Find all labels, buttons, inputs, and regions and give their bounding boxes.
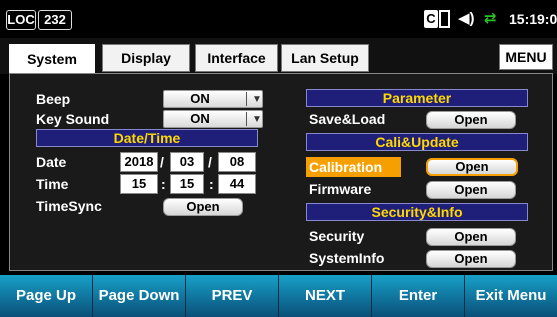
time-minute-field[interactable]: 15: [170, 174, 204, 194]
next-softkey[interactable]: NEXT: [279, 275, 372, 317]
time-separator: :: [161, 176, 166, 192]
date-separator: /: [160, 154, 164, 170]
calibration-label: Calibration: [309, 159, 383, 175]
systeminfo-open-button[interactable]: Open: [426, 250, 516, 268]
timesync-open-button[interactable]: Open: [163, 198, 243, 216]
cali-update-header: Cali&Update: [306, 133, 528, 151]
tab-interface[interactable]: Interface: [195, 44, 278, 72]
exit-menu-softkey[interactable]: Exit Menu: [465, 275, 557, 317]
firmware-label: Firmware: [309, 181, 372, 197]
tab-bar: System Display Interface Lan Setup MENU: [0, 38, 557, 74]
beep-select[interactable]: ON ▼: [163, 90, 263, 108]
firmware-open-button[interactable]: Open: [426, 181, 516, 199]
save-load-label: Save&Load: [309, 111, 386, 127]
menu-button[interactable]: MENU: [499, 44, 553, 70]
systeminfo-label: SystemInfo: [309, 250, 385, 266]
security-label: Security: [309, 228, 365, 244]
clock: 15:19:04: [509, 11, 557, 27]
key-sound-label: Key Sound: [36, 111, 110, 127]
datetime-header: Date/Time: [36, 129, 258, 147]
page-down-softkey[interactable]: Page Down: [93, 275, 186, 317]
date-month-field[interactable]: 03: [170, 152, 204, 172]
chevron-down-icon: ▼: [252, 114, 262, 125]
date-day-field[interactable]: 08: [218, 152, 256, 172]
security-open-button[interactable]: Open: [426, 228, 516, 246]
beep-value: ON: [190, 91, 210, 106]
loc-number-badge: 232: [38, 10, 72, 30]
time-separator: :: [209, 176, 214, 192]
chevron-down-icon: ▼: [252, 94, 262, 105]
key-sound-select[interactable]: ON ▼: [163, 110, 263, 128]
enter-softkey[interactable]: Enter: [372, 275, 465, 317]
date-year-field[interactable]: 2018: [120, 152, 158, 172]
page-up-softkey[interactable]: Page Up: [0, 275, 93, 317]
softkey-bar: Page Up Page Down PREV NEXT Enter Exit M…: [0, 275, 557, 317]
time-hour-field[interactable]: 15: [120, 174, 158, 194]
date-separator: /: [208, 154, 212, 170]
beep-label: Beep: [36, 91, 71, 107]
calibration-open-button[interactable]: Open: [426, 158, 518, 176]
time-label: Time: [36, 176, 69, 192]
time-second-field[interactable]: 44: [218, 174, 256, 194]
tab-system[interactable]: System: [9, 44, 95, 74]
parameter-header: Parameter: [306, 89, 528, 107]
lan-connection-icon: ⇄: [484, 10, 497, 27]
tab-display[interactable]: Display: [102, 44, 190, 72]
date-label: Date: [36, 154, 67, 170]
timesync-label: TimeSync: [36, 198, 102, 214]
speaker-icon: ◀): [458, 10, 475, 27]
status-bar: LOC 232 C ◀) ⇄ 15:19:04: [0, 0, 557, 38]
loc-badge: LOC: [6, 10, 36, 30]
tab-lan-setup[interactable]: Lan Setup: [281, 44, 369, 72]
key-sound-value: ON: [190, 111, 210, 126]
security-info-header: Security&Info: [306, 203, 528, 221]
prev-softkey[interactable]: PREV: [186, 275, 279, 317]
system-settings-panel: Beep ON ▼ Key Sound ON ▼ Date/Time Date …: [9, 73, 553, 271]
save-load-open-button[interactable]: Open: [426, 111, 516, 129]
cb-icon: C: [424, 10, 450, 28]
